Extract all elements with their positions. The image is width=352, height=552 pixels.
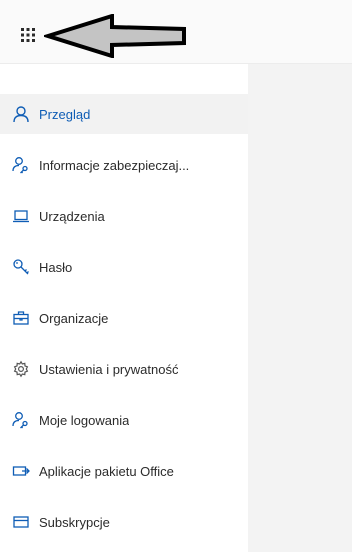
sidebar-item-label: Organizacje [39, 310, 109, 326]
sidebar-item-devices[interactable]: Urządzenia [0, 196, 248, 236]
person-key-icon [12, 156, 30, 174]
left-arrow-icon [44, 14, 190, 58]
card-icon [12, 513, 30, 531]
main-content [248, 64, 352, 552]
gear-icon [12, 360, 30, 378]
sidebar-item-settings-privacy[interactable]: Ustawienia i prywatność [0, 349, 248, 389]
sidebar-item-office-apps[interactable]: Aplikacje pakietu Office [0, 451, 248, 491]
sidebar-nav: Przegląd Informacje zabezpieczaj... Urzą… [0, 64, 248, 552]
sidebar-item-label: Hasło [39, 259, 73, 275]
laptop-icon [12, 207, 30, 225]
sidebar-item-security-info[interactable]: Informacje zabezpieczaj... [0, 145, 248, 185]
sidebar-item-label: Urządzenia [39, 208, 105, 224]
person-key-icon [12, 411, 30, 429]
sidebar-item-subscriptions[interactable]: Subskrypcje [0, 502, 248, 542]
office-apps-icon [12, 462, 30, 480]
sidebar-item-my-sign-ins[interactable]: Moje logowania [0, 400, 248, 440]
sidebar-item-overview[interactable]: Przegląd [0, 94, 248, 134]
person-icon [12, 105, 30, 123]
sidebar-item-password[interactable]: Hasło [0, 247, 248, 287]
sidebar-item-label: Aplikacje pakietu Office [39, 463, 174, 479]
sidebar-item-label: Przegląd [39, 106, 91, 122]
sidebar-item-label: Ustawienia i prywatność [39, 361, 179, 377]
app-launcher-icon[interactable] [21, 28, 35, 42]
briefcase-icon [12, 309, 30, 327]
sidebar-item-label: Subskrypcje [39, 514, 110, 530]
top-bar [0, 0, 352, 64]
sidebar-item-organizations[interactable]: Organizacje [0, 298, 248, 338]
sidebar-item-label: Informacje zabezpieczaj... [39, 157, 190, 173]
sidebar-item-label: Moje logowania [39, 412, 130, 428]
key-icon [12, 258, 30, 276]
